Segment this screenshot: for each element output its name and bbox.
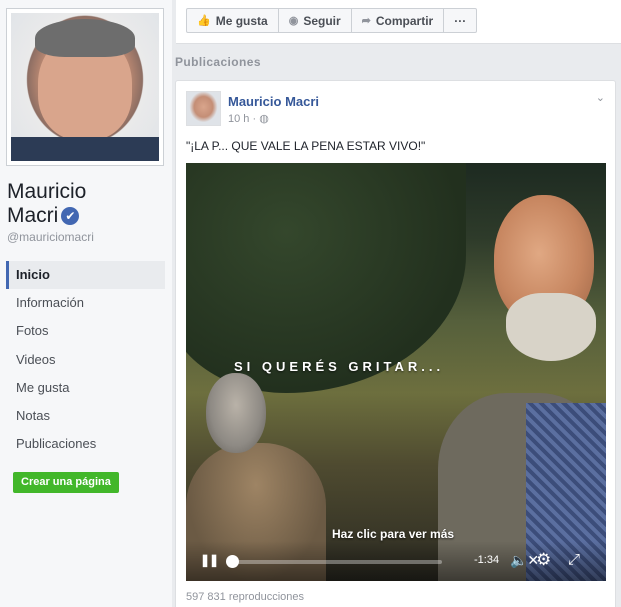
video-time-remaining: -1:34 xyxy=(474,554,500,566)
thumbs-up-icon: 👍 xyxy=(197,15,211,27)
profile-hair xyxy=(34,18,136,58)
page-action-bar: 👍 Me gusta ◉ Seguir ➦ Compartir ··· xyxy=(176,0,621,44)
globe-icon: ◍ xyxy=(259,113,269,125)
video-controls: ❚❚ -1:34 🔈✕ ⚙ ⤢ xyxy=(186,541,606,581)
follow-icon: ◉ xyxy=(288,15,299,27)
nav-item-informacion[interactable]: Información xyxy=(6,289,165,317)
nav-item-inicio[interactable]: Inicio xyxy=(6,261,165,290)
more-options-button[interactable]: ··· xyxy=(444,9,476,32)
nav-item-notas[interactable]: Notas xyxy=(6,402,165,430)
share-button-label: Compartir xyxy=(375,13,434,28)
page-name-line1: Mauricio xyxy=(7,180,87,203)
page-name[interactable]: Mauricio Macri ✔ xyxy=(7,180,86,228)
gear-icon[interactable]: ⚙ xyxy=(536,550,551,570)
page-handle[interactable]: @mauriciomacri xyxy=(7,230,94,244)
video-man-beard xyxy=(506,293,596,361)
video-progress-bar[interactable] xyxy=(232,560,442,564)
profile-photo xyxy=(11,13,159,161)
nav-item-publicaciones[interactable]: Publicaciones xyxy=(6,430,165,458)
fullscreen-icon[interactable]: ⤢ xyxy=(568,551,580,568)
video-view-count: 597 831 reproducciones xyxy=(186,591,305,603)
nav-item-fotos[interactable]: Fotos xyxy=(6,317,165,345)
video-player[interactable]: SI QUERÉS GRITAR... Haz clic para ver má… xyxy=(186,163,606,581)
like-button[interactable]: 👍 Me gusta xyxy=(187,9,279,32)
follow-button-label: Seguir xyxy=(303,13,341,28)
nav-item-me-gusta[interactable]: Me gusta xyxy=(6,374,165,402)
verified-badge-icon: ✔ xyxy=(61,207,80,225)
post-card: Mauricio Macri 10 h · ◍ ⌄ "¡LA P... QUE … xyxy=(175,80,616,607)
video-caption-overlay: SI QUERÉS GRITAR... xyxy=(234,359,445,374)
create-page-button[interactable]: Crear una página xyxy=(13,472,119,493)
page-nav: Inicio Información Fotos Videos Me gusta… xyxy=(6,261,165,458)
post-author-avatar[interactable] xyxy=(186,91,221,126)
post-author-name[interactable]: Mauricio Macri xyxy=(228,94,319,109)
share-button[interactable]: ➦ Compartir xyxy=(352,9,445,32)
profile-suit xyxy=(11,137,159,161)
section-title: Publicaciones xyxy=(175,55,261,69)
share-icon: ➦ xyxy=(361,15,371,27)
video-woman-head xyxy=(206,373,266,453)
left-column: Mauricio Macri ✔ @mauriciomacri Inicio In… xyxy=(0,0,172,607)
nav-item-videos[interactable]: Videos xyxy=(6,346,165,374)
post-timestamp[interactable]: 10 h · xyxy=(228,113,256,125)
more-icon: ··· xyxy=(454,13,467,28)
pause-icon[interactable]: ❚❚ xyxy=(200,553,219,567)
page-name-line2: Macri xyxy=(7,204,59,227)
post-options-chevron-icon[interactable]: ⌄ xyxy=(596,91,605,104)
like-button-label: Me gusta xyxy=(215,13,268,28)
video-click-to-see-more[interactable]: Haz clic para ver más xyxy=(332,527,454,541)
video-scrubber-handle[interactable] xyxy=(226,555,239,568)
post-meta: 10 h · ◍ xyxy=(228,112,269,125)
follow-button[interactable]: ◉ Seguir xyxy=(279,9,352,32)
mute-icon[interactable]: 🔈✕ xyxy=(510,552,539,569)
post-text: "¡LA P... QUE VALE LA PENA ESTAR VIVO!" xyxy=(186,139,426,153)
profile-picture[interactable] xyxy=(6,8,164,166)
action-button-group: 👍 Me gusta ◉ Seguir ➦ Compartir ··· xyxy=(186,8,478,33)
